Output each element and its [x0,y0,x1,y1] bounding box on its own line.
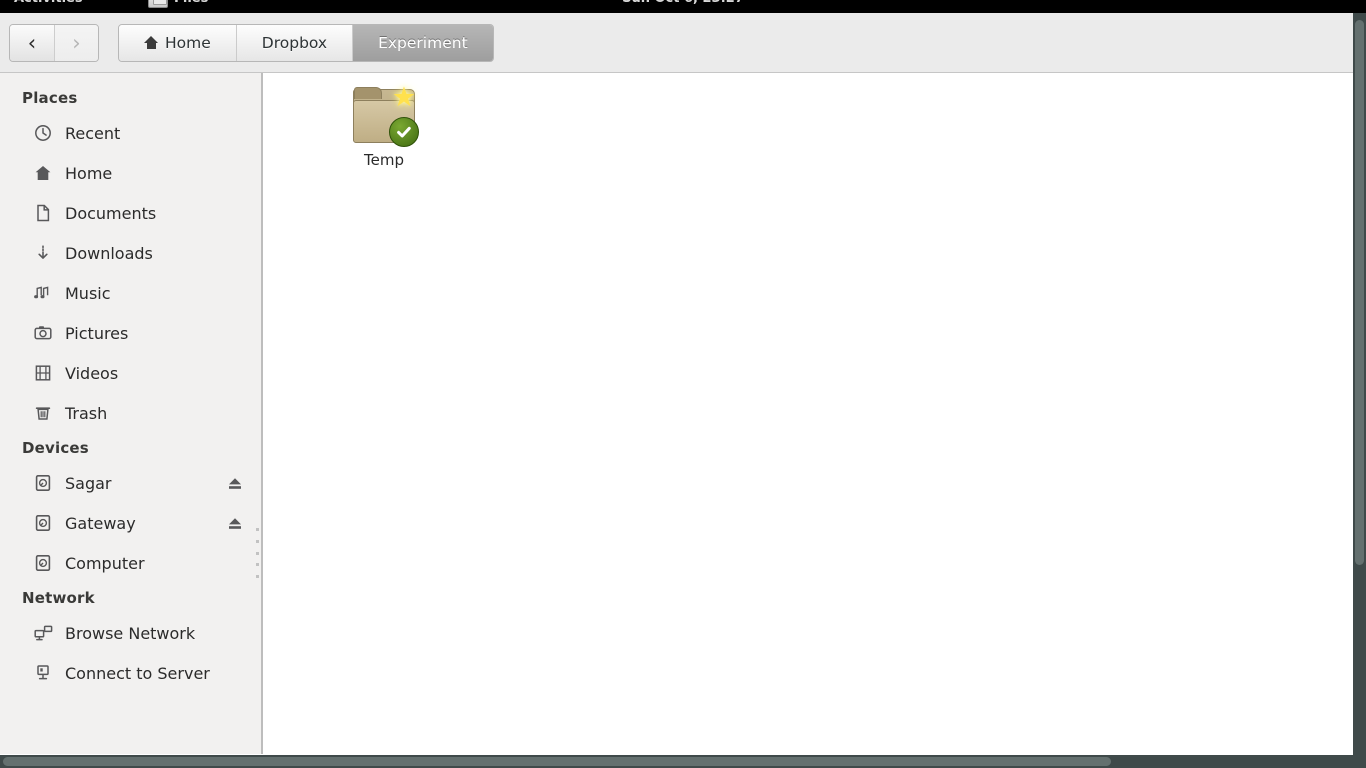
sidebar-item-computer[interactable]: Computer [0,543,263,583]
sidebar-item-label: Pictures [65,323,129,343]
film-icon [33,363,53,383]
breadcrumb-label: Home [165,33,211,52]
sidebar-item-browse-network[interactable]: Browse Network [0,613,263,653]
file-label: Temp [364,151,404,169]
sidebar-item-pictures[interactable]: Pictures [0,313,263,353]
sidebar-item-gateway[interactable]: Gateway [0,503,263,543]
sidebar-heading-network: Network [22,589,95,607]
sidebar-heading-places: Places [22,89,78,107]
sidebar-item-home[interactable]: Home [0,153,263,193]
download-icon [33,243,53,263]
music-note-icon [33,283,53,303]
sidebar-item-trash[interactable]: Trash [0,393,263,433]
sidebar-item-label: Music [65,283,111,303]
gnome-top-bar: Activities Files Sun Oct 6, 23:27 [0,0,1366,13]
sidebar-item-label: Downloads [65,243,153,263]
sidebar-resize-handle[interactable] [256,528,260,578]
vertical-scrollbar-thumb[interactable] [1355,20,1364,565]
sidebar-item-label: Sagar [65,473,112,493]
eject-icon[interactable] [225,515,245,531]
sidebar-item-label: Recent [65,123,121,143]
camera-icon [33,323,53,343]
sidebar: Places Recent Home Documents Downloads M… [0,73,263,754]
trash-icon [33,403,53,423]
list-item[interactable]: ★ Temp [329,84,439,169]
breadcrumb-label: Dropbox [261,33,328,52]
sidebar-item-recent[interactable]: Recent [0,113,263,153]
home-icon [33,163,53,183]
sidebar-group-devices: Devices Sagar Gateway Computer [0,439,263,583]
drive-icon [33,553,53,573]
forward-button[interactable]: › [54,24,98,61]
breadcrumb: Home Dropbox Experiment [118,23,494,62]
sidebar-heading-devices: Devices [22,439,89,457]
file-list-view[interactable]: ★ Temp [263,73,1353,754]
header-bar: ‹ › Home Dropbox Experiment [0,13,1353,73]
vertical-scrollbar[interactable] [1353,13,1366,755]
breadcrumb-label: Experiment [378,33,468,52]
horizontal-scrollbar[interactable] [0,755,1366,768]
drive-icon [33,473,53,493]
sidebar-item-label: Home [65,163,113,183]
breadcrumb-item-dropbox[interactable]: Dropbox [236,24,354,61]
sidebar-item-label: Computer [65,553,145,573]
sidebar-item-label: Documents [65,203,157,223]
sidebar-item-downloads[interactable]: Downloads [0,233,263,273]
sidebar-item-label: Gateway [65,513,136,533]
sidebar-item-label: Videos [65,363,119,383]
network-icon [33,623,53,643]
horizontal-scrollbar-thumb[interactable] [3,757,1111,766]
star-badge: ★ [391,81,417,113]
sidebar-item-label: Trash [65,403,108,423]
sidebar-item-videos[interactable]: Videos [0,353,263,393]
sidebar-group-places: Places Recent Home Documents Downloads M… [0,89,263,433]
clock-icon [33,123,53,143]
dropbox-synced-check-badge [389,117,419,147]
drive-icon [33,513,53,533]
document-icon [33,203,53,223]
home-icon [144,36,158,49]
navigation-buttons: ‹ › [9,23,99,62]
sidebar-item-connect-to-server[interactable]: Connect to Server [0,653,263,693]
folder-icon: ★ [353,84,419,147]
eject-icon[interactable] [225,475,245,491]
sidebar-group-network: Network Browse Network Connect to Server [0,589,263,693]
sidebar-item-music[interactable]: Music [0,273,263,313]
breadcrumb-item-home[interactable]: Home [119,24,237,61]
breadcrumb-item-experiment[interactable]: Experiment [353,24,493,61]
sidebar-item-documents[interactable]: Documents [0,193,263,233]
clock[interactable]: Sun Oct 6, 23:27 [0,0,1366,6]
sidebar-item-label: Connect to Server [65,663,210,683]
chevron-left-icon: ‹ [27,30,37,55]
back-button[interactable]: ‹ [10,24,54,61]
server-icon [33,663,53,683]
files-window: ‹ › Home Dropbox Experiment Places Recen… [0,13,1353,755]
chevron-right-icon: › [72,30,81,55]
sidebar-item-sagar[interactable]: Sagar [0,463,263,503]
sidebar-item-label: Browse Network [65,623,196,643]
window-body: Places Recent Home Documents Downloads M… [0,73,1353,754]
